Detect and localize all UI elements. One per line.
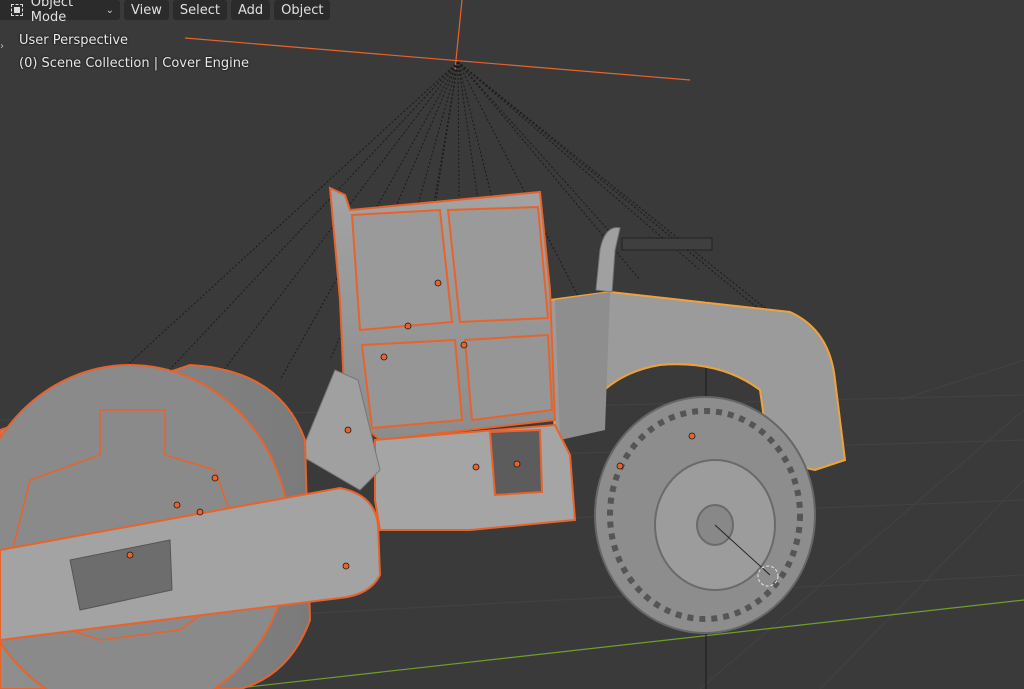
- rear-wheel[interactable]: [594, 396, 816, 634]
- exhaust-pipe[interactable]: [595, 227, 713, 293]
- viewport-header: Object Mode ⌄ View Select Add Object: [0, 0, 331, 25]
- menu-object[interactable]: Object: [274, 0, 331, 20]
- 3d-viewport[interactable]: › Object Mode ⌄ View Select Add Object U…: [0, 0, 1024, 689]
- x-axis-line: [229, 599, 1024, 689]
- scene-canvas[interactable]: [0, 0, 1024, 689]
- chevron-right-icon[interactable]: ›: [0, 40, 8, 54]
- menu-view[interactable]: View: [124, 0, 169, 20]
- view-name-label: User Perspective: [19, 33, 129, 48]
- chevron-down-icon: ⌄: [105, 4, 114, 16]
- object-mode-dropdown[interactable]: Object Mode ⌄: [0, 0, 120, 25]
- object-mode-icon: [10, 3, 23, 17]
- menu-add[interactable]: Add: [230, 0, 271, 20]
- mode-label: Object Mode: [30, 0, 74, 25]
- menu-select[interactable]: Select: [172, 0, 227, 20]
- collection-info-label: (0) Scene Collection | Cover Engine: [19, 56, 250, 71]
